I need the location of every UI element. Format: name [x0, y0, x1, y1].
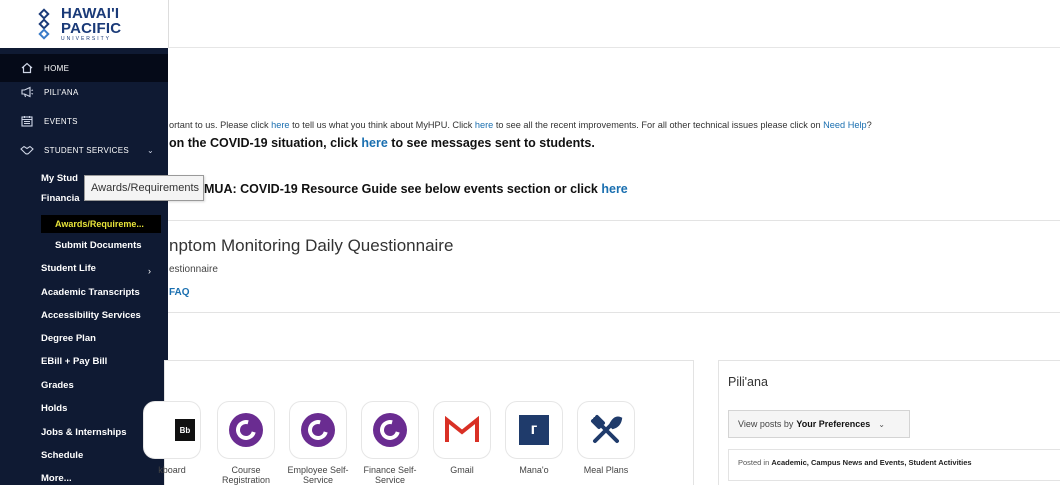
chevron-right-icon: › [148, 266, 151, 276]
sidebar-item-student-life[interactable]: Student Life [41, 263, 96, 274]
apps-card: Bb kboard Course Registration Employee S… [143, 360, 694, 485]
ellucian-icon [229, 413, 263, 447]
view-posts-label: View posts by [738, 419, 794, 429]
nav-piliana-label: PILI'ANA [44, 87, 79, 97]
home-icon [20, 62, 34, 74]
sidebar-item-schedule[interactable]: Schedule [41, 450, 83, 461]
logo-line-1: HAWAI'I [61, 5, 120, 22]
sidebar-item-grades[interactable]: Grades [41, 380, 74, 391]
post-categories: Academic, Campus News and Events, Studen… [771, 458, 972, 467]
app-label-employee-self-service: Employee Self-Service [287, 465, 349, 485]
app-tile-finance-self-service[interactable] [361, 401, 419, 459]
covid-text: on the COVID-19 situation, click [169, 136, 362, 150]
sidebar-item-holds[interactable]: Holds [41, 403, 67, 414]
sidebar-item-submit-documents[interactable]: Submit Documents [55, 240, 142, 251]
feedback-text-3: to see all the recent improvements. For … [493, 120, 824, 130]
app-tile-manao[interactable]: г [505, 401, 563, 459]
piliana-post[interactable]: Posted in Academic, Campus News and Even… [728, 449, 1060, 481]
covid-here-link[interactable]: here [361, 136, 387, 150]
need-help-link[interactable]: Need Help [823, 120, 866, 130]
questionnaire-faq-link[interactable]: FAQ [169, 287, 190, 298]
chevron-down-icon: ⌄ [146, 145, 154, 155]
chevron-down-icon: ⌄ [878, 419, 885, 429]
posted-in-label: Posted in [738, 458, 770, 467]
nav-home-label: HOME [44, 63, 70, 73]
app-tile-course-registration[interactable] [217, 401, 275, 459]
sidebar-item-accessibility-services[interactable]: Accessibility Services [41, 310, 141, 321]
view-posts-dropdown[interactable]: View posts by Your Preferences ⌄ [728, 410, 910, 438]
feedback-here-link[interactable]: here [271, 120, 289, 130]
feedback-text: ortant to us. Please click [169, 120, 272, 130]
feedback-notice: ortant to us. Please click here to tell … [169, 120, 872, 130]
manao-icon: г [519, 415, 549, 445]
sidebar-item-financial[interactable]: Financia [41, 193, 80, 204]
ellucian-icon [301, 413, 335, 447]
questionnaire-link[interactable]: estionnaire [169, 264, 218, 275]
app-tile-employee-self-service[interactable] [289, 401, 347, 459]
app-label-gmail: Gmail [450, 465, 474, 475]
sidebar-item-awards-requirements[interactable]: Awards/Requireme... [41, 215, 161, 233]
resource-guide-here-link[interactable]: here [601, 182, 627, 196]
sidebar-item-degree-plan[interactable]: Degree Plan [41, 333, 96, 344]
hpu-logo[interactable]: HAWAI'I PACIFIC UNIVERSITY [0, 0, 168, 48]
feedback-text-2: to tell us what you think about MyHPU. C… [289, 120, 475, 130]
sidebar-item-my-student[interactable]: My Stud [41, 173, 78, 184]
app-label-meal-plans: Meal Plans [583, 465, 629, 475]
logo-line-2: PACIFIC [61, 20, 122, 37]
covid-text-2: to see messages sent to students. [387, 136, 595, 150]
improvements-here-link[interactable]: here [475, 120, 493, 130]
blackboard-icon: Bb [175, 419, 195, 441]
gmail-icon [445, 416, 479, 442]
sidebar-item-academic-transcripts[interactable]: Academic Transcripts [41, 287, 140, 298]
nav-events[interactable]: EVENTS [0, 107, 168, 135]
covid-notice: on the COVID-19 situation, click here to… [169, 136, 595, 150]
divider [168, 0, 169, 48]
app-tile-meal-plans[interactable] [577, 401, 635, 459]
piliana-card: Pili'ana View posts by Your Preferences … [718, 360, 1060, 485]
view-posts-value: Your Preferences [796, 419, 871, 429]
megaphone-icon [20, 86, 34, 98]
nav-student-services-label: STUDENT SERVICES [44, 145, 129, 155]
meal-plans-icon [591, 415, 623, 443]
tooltip-awards-requirements: Awards/Requirements [84, 175, 204, 201]
ellucian-icon [373, 413, 407, 447]
sidebar-item-ebill[interactable]: EBill + Pay Bill [41, 356, 107, 367]
app-label-blackboard: kboard [158, 465, 186, 475]
sidebar-item-jobs-internships[interactable]: Jobs & Internships [41, 427, 127, 438]
logo-line-3: UNIVERSITY [61, 36, 112, 42]
calendar-icon [20, 115, 34, 127]
nav-piliana[interactable]: PILI'ANA [0, 78, 168, 106]
app-tile-gmail[interactable] [433, 401, 491, 459]
divider [168, 312, 1060, 313]
divider [168, 220, 1060, 221]
piliana-title: Pili'ana [728, 375, 768, 389]
main-content: ortant to us. Please click here to tell … [143, 48, 1060, 485]
resource-guide-notice: MUA: COVID-19 Resource Guide see below e… [204, 182, 628, 196]
app-label-course-registration: Course Registration [221, 465, 271, 485]
hpu-logo-mark-icon [38, 8, 58, 40]
questionnaire-title: nptom Monitoring Daily Questionnaire [169, 236, 454, 255]
feedback-text-4: ? [866, 120, 872, 130]
handshake-icon [20, 144, 34, 156]
resource-guide-text: MUA: COVID-19 Resource Guide see below e… [204, 182, 602, 196]
sidebar-item-more[interactable]: More... [41, 473, 72, 484]
app-label-finance-self-service: Finance Self-Service [363, 465, 417, 485]
app-label-manao: Mana'o [519, 465, 549, 475]
nav-student-services[interactable]: STUDENT SERVICES ⌄ [0, 136, 168, 164]
nav-events-label: EVENTS [44, 116, 78, 126]
app-tile-blackboard[interactable]: Bb [143, 401, 201, 459]
